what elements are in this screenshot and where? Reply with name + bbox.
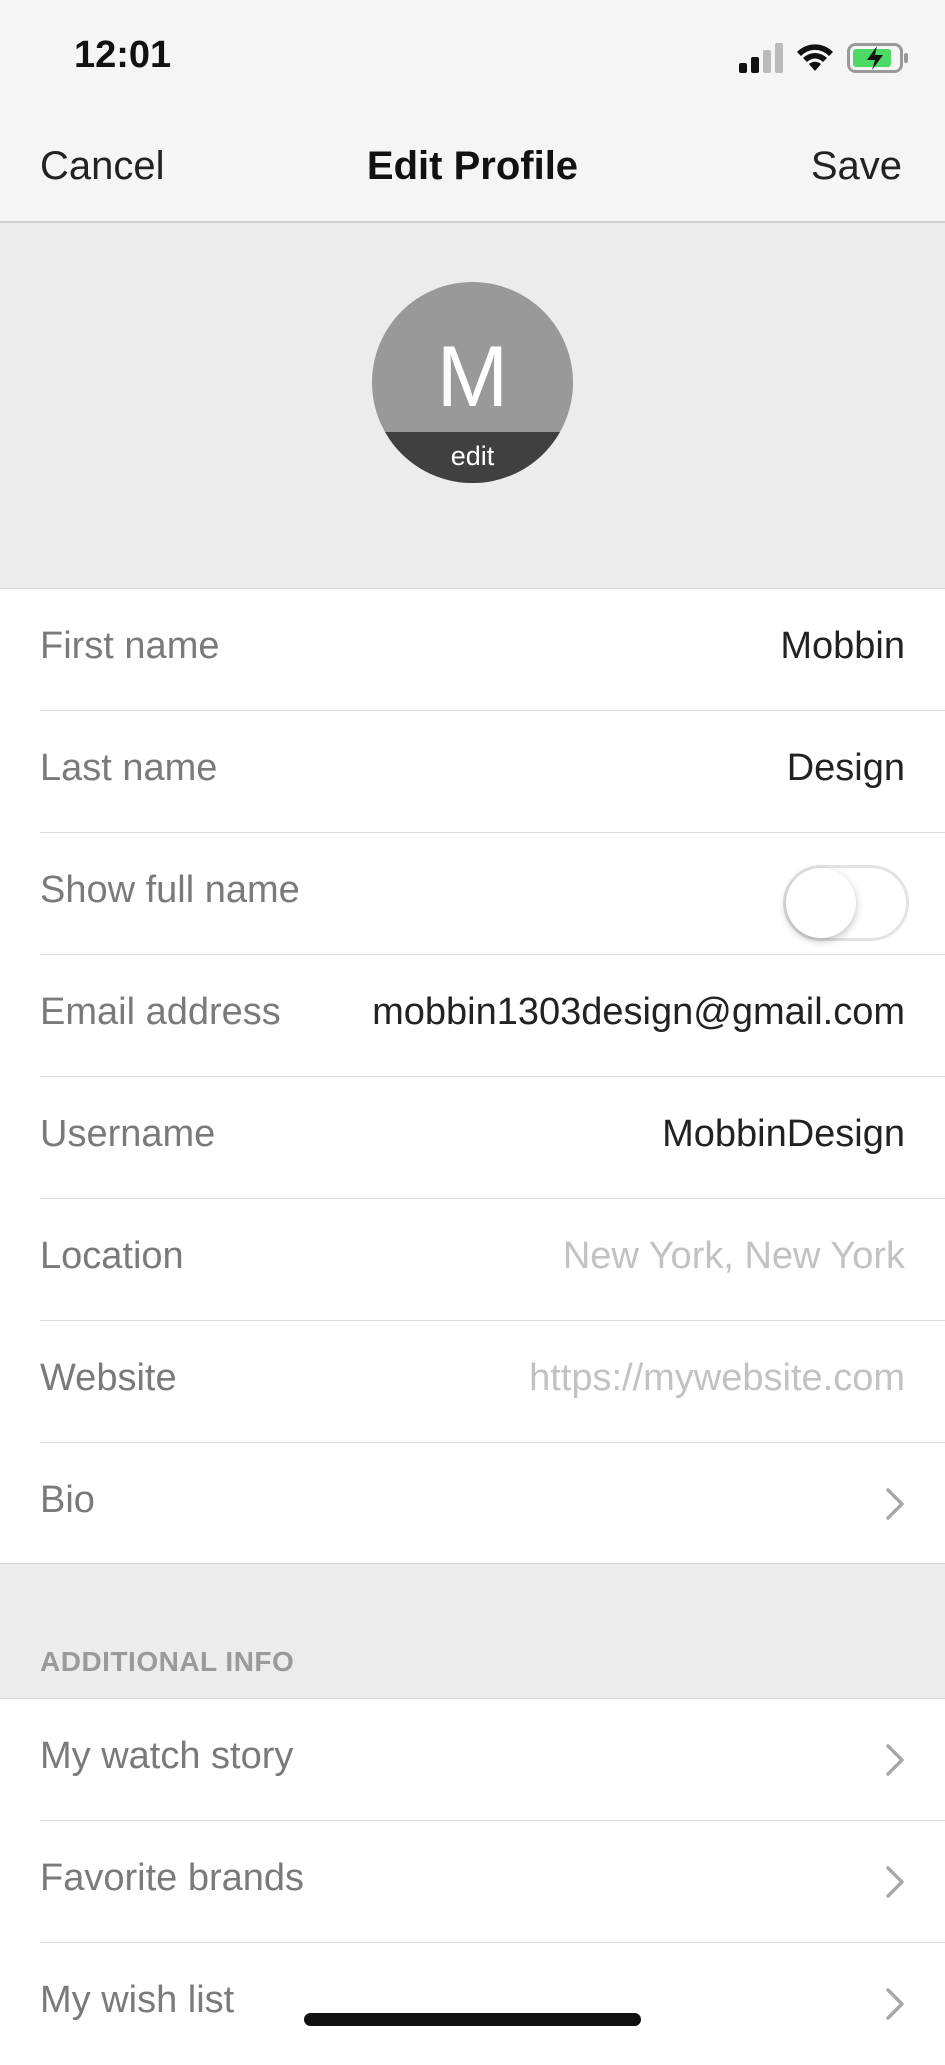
home-indicator xyxy=(304,2013,641,2026)
email-label: Email address xyxy=(40,991,281,1033)
list-item-my-wish-list[interactable]: My wish list xyxy=(40,1943,945,2065)
avatar-edit-label[interactable]: edit xyxy=(372,432,573,483)
location-field[interactable]: New York, New York xyxy=(563,1235,905,1278)
status-bar: 12:01 xyxy=(0,0,945,112)
first-name-label: First name xyxy=(40,625,220,667)
bio-row[interactable]: Bio xyxy=(40,1443,945,1565)
cancel-button[interactable]: Cancel xyxy=(40,144,165,189)
website-row[interactable]: Website https://mywebsite.com xyxy=(40,1321,945,1443)
profile-form: First name Mobbin Last name Design Show … xyxy=(0,589,945,1565)
signal-icon xyxy=(739,42,783,78)
additional-info-header: ADDITIONAL INFO xyxy=(0,1563,945,1699)
chevron-right-icon xyxy=(886,1488,904,1520)
username-field[interactable]: MobbinDesign xyxy=(662,1113,905,1156)
chevron-right-icon xyxy=(886,1988,904,2020)
save-button[interactable]: Save xyxy=(811,144,902,189)
first-name-row[interactable]: First name Mobbin xyxy=(40,589,945,711)
list-item-my-watch-story[interactable]: My watch story xyxy=(40,1699,945,1821)
additional-info-list: My watch story Favorite brands My wish l… xyxy=(0,1699,945,2065)
last-name-row[interactable]: Last name Design xyxy=(40,711,945,833)
avatar[interactable]: M edit xyxy=(372,282,573,483)
last-name-field[interactable]: Design xyxy=(787,747,905,790)
website-label: Website xyxy=(40,1357,177,1399)
website-field[interactable]: https://mywebsite.com xyxy=(529,1357,905,1400)
list-item-favorite-brands[interactable]: Favorite brands xyxy=(40,1821,945,1943)
first-name-field[interactable]: Mobbin xyxy=(780,625,905,668)
show-full-name-toggle[interactable] xyxy=(783,865,909,941)
bio-label: Bio xyxy=(40,1479,95,1521)
chevron-right-icon xyxy=(886,1866,904,1898)
battery-charging-icon xyxy=(847,42,909,78)
username-label: Username xyxy=(40,1113,216,1155)
location-row[interactable]: Location New York, New York xyxy=(40,1199,945,1321)
wifi-icon xyxy=(797,43,833,77)
avatar-section: M edit xyxy=(0,223,945,589)
email-field[interactable]: mobbin1303design@gmail.com xyxy=(372,991,905,1034)
show-full-name-row: Show full name xyxy=(40,833,945,955)
list-item-label: My wish list xyxy=(40,1979,235,2021)
show-full-name-label: Show full name xyxy=(40,869,300,911)
status-icons xyxy=(739,40,909,80)
nav-bar: Cancel Edit Profile Save xyxy=(0,112,945,223)
last-name-label: Last name xyxy=(40,747,218,789)
location-label: Location xyxy=(40,1235,184,1277)
username-row[interactable]: Username MobbinDesign xyxy=(40,1077,945,1199)
status-time: 12:01 xyxy=(74,34,172,76)
toggle-knob xyxy=(786,868,856,938)
avatar-initial: M xyxy=(436,329,509,425)
section-title: ADDITIONAL INFO xyxy=(40,1646,295,1677)
list-item-label: My watch story xyxy=(40,1735,294,1777)
email-row[interactable]: Email address mobbin1303design@gmail.com xyxy=(40,955,945,1077)
list-item-label: Favorite brands xyxy=(40,1857,305,1899)
chevron-right-icon xyxy=(886,1744,904,1776)
